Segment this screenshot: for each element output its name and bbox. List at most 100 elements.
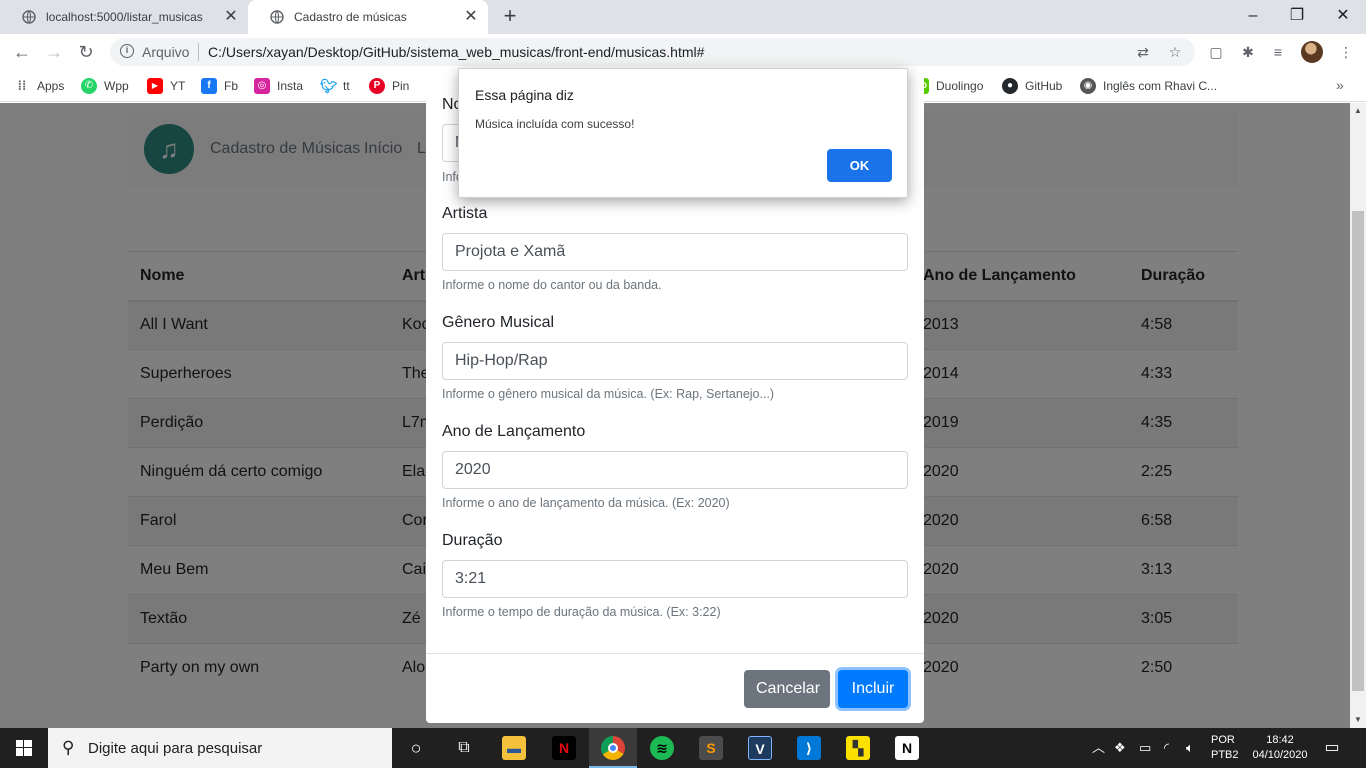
whatsapp-icon: ✆: [81, 78, 97, 94]
forward-icon[interactable]: →: [42, 40, 66, 64]
taskbar-spotify[interactable]: ≋: [638, 728, 686, 768]
start-button[interactable]: [0, 728, 48, 768]
omnibox-url[interactable]: C:/Users/xayan/Desktop/GitHub/sistema_we…: [208, 44, 704, 60]
address-bar-row: ← → ↻ i Arquivo C:/Users/xayan/Desktop/G…: [0, 34, 1366, 70]
ano-input[interactable]: [442, 451, 908, 489]
bookmark-star-icon[interactable]: ☆: [1167, 44, 1183, 60]
notion-icon: N: [895, 736, 919, 760]
bookmark-yt[interactable]: ▶ YT: [147, 77, 185, 95]
duracao-label: Duração: [442, 532, 503, 549]
alert-dialog: Essa página diz Música incluída com suce…: [458, 68, 908, 198]
scroll-up-arrow-icon[interactable]: ▲: [1350, 103, 1366, 119]
minimize-icon[interactable]: –: [1240, 4, 1266, 28]
more-bookmarks-icon[interactable]: »: [1336, 77, 1344, 93]
bookmark-ingles[interactable]: ◉ Inglês com Rhavi C...: [1080, 77, 1217, 95]
bookmark-wpp[interactable]: ✆ Wpp: [81, 77, 129, 95]
scroll-down-arrow-icon[interactable]: ▼: [1350, 712, 1366, 728]
battery-icon[interactable]: ▭: [1139, 740, 1151, 756]
apps-grid-icon: ⁞⁞: [17, 78, 27, 93]
sublime-icon: S: [699, 736, 723, 760]
taskbar-vscode[interactable]: ⟩: [785, 728, 833, 768]
youtube-icon: ▶: [147, 78, 163, 94]
taskbar-visualg[interactable]: V: [736, 728, 784, 768]
artista-label: Artista: [442, 205, 488, 222]
search-icon: ⚲: [62, 738, 75, 757]
taskbar-sublime[interactable]: S: [687, 728, 735, 768]
bookmark-github[interactable]: ● GitHub: [1002, 77, 1062, 95]
bookmark-fb[interactable]: f Fb: [201, 77, 238, 95]
bookmark-pin[interactable]: P Pin: [369, 77, 409, 95]
taskbar-sticky-notes[interactable]: ▚: [834, 728, 882, 768]
chrome-menu-icon[interactable]: ⋮: [1336, 42, 1356, 62]
site-icon: ◉: [1080, 78, 1096, 94]
modal-footer-divider: [426, 653, 924, 654]
language-indicator[interactable]: POR PTB2: [1211, 733, 1239, 763]
ano-label: Ano de Lançamento: [442, 423, 586, 440]
cortana-button[interactable]: ○: [392, 728, 440, 768]
windows-logo-icon: [16, 740, 32, 756]
system-clock[interactable]: 18:42 04/10/2020: [1248, 733, 1312, 763]
profile-avatar[interactable]: [1301, 41, 1323, 63]
genero-help: Informe o gênero musical da música. (Ex:…: [442, 387, 775, 401]
github-icon: ●: [1002, 78, 1018, 94]
browser-tab-bar: localhost:5000/listar_musicas ✕ Cadastro…: [0, 0, 1366, 34]
cancel-button[interactable]: Cancelar: [744, 670, 830, 708]
alert-title: Essa página diz: [475, 87, 574, 103]
taskbar-file-explorer[interactable]: ▬: [490, 728, 538, 768]
taskbar-search-placeholder: Digite aqui para pesquisar: [88, 740, 263, 757]
volume-icon[interactable]: 🔈︎: [1186, 740, 1194, 756]
duracao-help: Informe o tempo de duração da música. (E…: [442, 605, 721, 619]
bookmark-apps[interactable]: ⁞⁞ Apps: [14, 77, 65, 95]
v-app-icon: V: [748, 736, 772, 760]
ano-help: Informe o ano de lançamento da música. (…: [442, 496, 730, 510]
spotify-icon: ≋: [650, 736, 674, 760]
cortana-icon: ○: [410, 738, 422, 758]
vscode-icon: ⟩: [797, 736, 821, 760]
notification-icon[interactable]: ▭: [1320, 738, 1344, 758]
bookmark-tt[interactable]: 🐦︎ tt: [320, 77, 350, 95]
tab-title: localhost:5000/listar_musicas: [46, 10, 203, 24]
page-scrollbar[interactable]: ▲ ▼: [1350, 103, 1366, 728]
task-view-button[interactable]: ⧉: [440, 728, 488, 768]
extension-icon[interactable]: ▢: [1206, 42, 1226, 62]
facebook-icon: f: [201, 78, 217, 94]
scroll-thumb[interactable]: [1352, 211, 1364, 691]
chevron-up-icon[interactable]: ︿: [1092, 740, 1105, 756]
artista-input[interactable]: [442, 233, 908, 271]
tab-cadastro-musicas[interactable]: Cadastro de músicas ✕: [248, 0, 488, 34]
windows-taskbar: ⚲ Digite aqui para pesquisar ○ ⧉ ▬ N ≋ S…: [0, 728, 1366, 768]
alert-ok-button[interactable]: OK: [827, 149, 892, 182]
instagram-icon: ◎: [254, 78, 270, 94]
puzzle-icon[interactable]: ✱: [1238, 42, 1258, 62]
tab-listar-musicas[interactable]: localhost:5000/listar_musicas ✕: [0, 0, 248, 34]
info-icon[interactable]: i: [120, 44, 134, 58]
globe-icon: [22, 10, 36, 24]
wifi-icon[interactable]: ◜: [1164, 740, 1169, 756]
artista-help: Informe o nome do cantor ou da banda.: [442, 278, 662, 292]
taskbar-notion[interactable]: N: [883, 728, 931, 768]
maximize-icon[interactable]: ❐: [1284, 4, 1310, 28]
twitter-icon: 🐦︎: [320, 78, 338, 94]
close-tab-icon[interactable]: ✕: [462, 8, 480, 26]
translate-icon[interactable]: ⇄: [1135, 44, 1151, 60]
genero-input[interactable]: [442, 342, 908, 380]
dropbox-icon[interactable]: ❖: [1114, 740, 1126, 756]
folder-icon: ▬: [502, 736, 526, 760]
bookmark-insta[interactable]: ◎ Insta: [254, 77, 303, 95]
new-tab-button[interactable]: +: [498, 5, 522, 29]
reload-icon[interactable]: ↻: [74, 40, 98, 64]
netflix-icon: N: [552, 736, 576, 760]
taskbar-netflix[interactable]: N: [540, 728, 588, 768]
chrome-icon: [601, 736, 625, 760]
submit-button[interactable]: Incluir: [838, 670, 908, 708]
back-icon[interactable]: ←: [10, 40, 34, 64]
taskbar-search[interactable]: ⚲ Digite aqui para pesquisar: [48, 728, 392, 768]
omnibox-scheme-label: Arquivo: [142, 44, 190, 60]
close-tab-icon[interactable]: ✕: [222, 8, 240, 26]
media-control-icon[interactable]: ≡: [1268, 42, 1288, 62]
close-window-icon[interactable]: ✕: [1330, 4, 1356, 28]
tab-title: Cadastro de músicas: [294, 10, 407, 24]
taskbar-chrome[interactable]: [589, 728, 637, 768]
omnibox[interactable]: i Arquivo C:/Users/xayan/Desktop/GitHub/…: [110, 38, 1195, 66]
duracao-input[interactable]: [442, 560, 908, 598]
